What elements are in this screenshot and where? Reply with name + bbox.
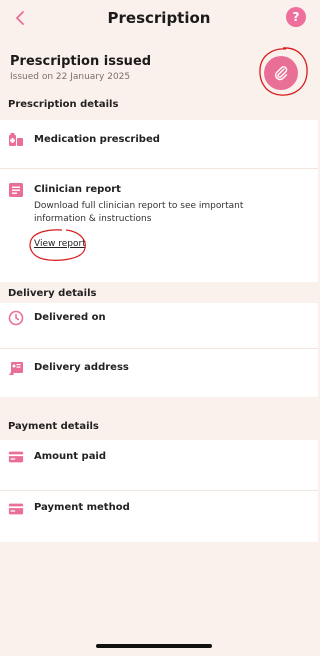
top-bar: Prescription ? — [0, 0, 318, 36]
back-button[interactable] — [8, 6, 32, 30]
clinician-report-description: Download full clinician report to see im… — [34, 201, 244, 224]
prescription-status-block: Prescription issued Issued on 22 January… — [0, 38, 318, 96]
help-button[interactable]: ? — [286, 7, 306, 27]
delivery-address-label: Delivery address — [34, 362, 129, 373]
divider — [0, 490, 318, 491]
card-icon — [8, 501, 24, 517]
medication-label: Medication prescribed — [34, 134, 160, 145]
attachment-button[interactable] — [264, 56, 298, 90]
medication-icon — [8, 132, 24, 148]
question-icon: ? — [292, 10, 300, 24]
document-icon — [8, 182, 24, 198]
annotation-circle — [29, 229, 86, 261]
section-payment-details: Payment details — [8, 421, 99, 432]
paperclip-icon — [275, 66, 288, 81]
amount-paid-label: Amount paid — [34, 451, 107, 462]
chevron-left-icon — [15, 11, 24, 25]
clock-icon — [8, 310, 24, 326]
home-indicator — [96, 644, 212, 648]
section-prescription-details: Prescription details — [8, 99, 119, 110]
prescription-issued-date: Issued on 22 January 2025 — [10, 72, 131, 82]
payment-method-label: Payment method — [34, 502, 130, 513]
card-icon — [8, 449, 24, 465]
section-delivery-details: Delivery details — [8, 288, 97, 299]
prescription-status-title: Prescription issued — [10, 54, 152, 69]
clinician-report-label: Clinician report — [34, 184, 121, 195]
divider — [0, 168, 318, 169]
address-icon — [8, 360, 24, 376]
delivered-on-label: Delivered on — [34, 312, 106, 323]
delivery-details-card: Delivered on Delivery address — [0, 303, 318, 397]
payment-details-card: Amount paid Payment method — [0, 440, 318, 542]
prescription-details-card: Medication prescribed Clinician report D… — [0, 120, 318, 282]
page-title: Prescription — [107, 9, 211, 27]
divider — [0, 348, 318, 349]
